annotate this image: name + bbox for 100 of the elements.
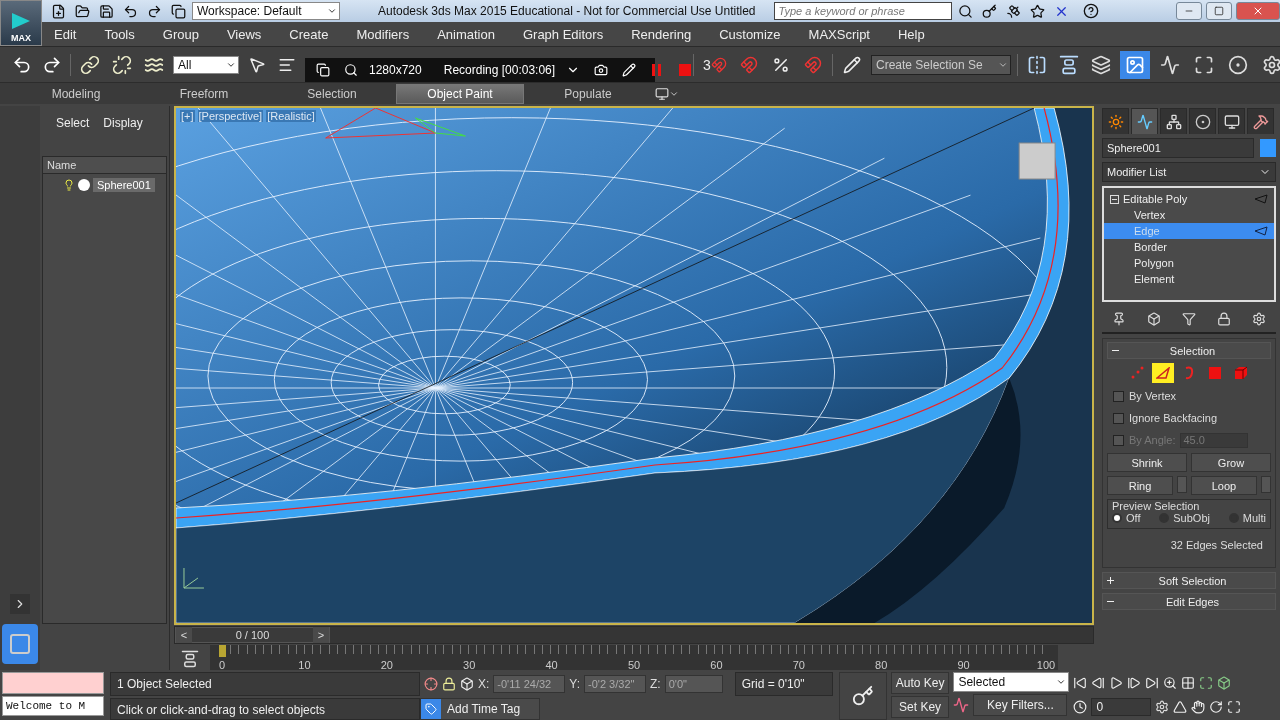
menu-item[interactable]: MAXScript — [780, 26, 870, 42]
ribbon-tab[interactable]: Object Paint — [396, 83, 524, 104]
previous-frame-button[interactable]: < — [176, 627, 192, 643]
menu-item[interactable]: Graph Editors — [494, 26, 604, 42]
link-icon — [80, 54, 100, 75]
search-field[interactable]: Type a keyword or phrase — [773, 2, 952, 20]
panel-tab[interactable] — [1247, 108, 1274, 134]
frame-marker[interactable] — [219, 645, 226, 657]
next-frame-button[interactable]: > — [313, 627, 329, 643]
play-button[interactable] — [10, 594, 30, 614]
minimize-button[interactable] — [1176, 2, 1202, 20]
panel-tab[interactable] — [1160, 108, 1187, 134]
rollout-header[interactable]: Soft Selection — [1102, 572, 1276, 589]
time-slider-track[interactable]: < 0 / 100 > — [174, 626, 1094, 644]
selection-filter-dropdown[interactable]: All — [173, 55, 239, 74]
menu-item[interactable]: Animation — [409, 26, 495, 42]
key-icon — [982, 3, 997, 19]
track-bar[interactable]: 0 10 20 30 40 50 60 70 80 90 100 — [210, 645, 1058, 672]
tick-label: 70 — [792, 659, 805, 671]
settings-icon — [1262, 54, 1280, 75]
subobject-mode-button[interactable] — [1152, 363, 1174, 383]
triangle-icon — [1254, 194, 1268, 204]
tick-label: 40 — [545, 659, 558, 671]
menu-item[interactable]: Group — [134, 26, 199, 42]
settings-icon — [1251, 312, 1266, 326]
column-header[interactable]: Name — [42, 156, 167, 174]
stack-item[interactable]: Border — [1104, 239, 1274, 255]
search-icon — [344, 63, 358, 77]
radio-option[interactable]: Off — [1112, 512, 1141, 524]
ribbon-tab[interactable]: Modeling — [12, 83, 140, 104]
checkbox[interactable] — [1113, 412, 1124, 424]
viewport-drawing[interactable] — [176, 108, 1092, 623]
add-time-tag-button[interactable]: Add Time Tag — [420, 698, 540, 720]
menu-item[interactable]: Rendering — [603, 26, 692, 42]
panel-tab[interactable] — [1102, 108, 1129, 134]
application-button[interactable]: MAX — [0, 0, 42, 46]
pin-icon — [1112, 312, 1127, 326]
key-mode-dropdown[interactable]: Selected — [953, 672, 1070, 692]
stack-item[interactable]: Element — [1104, 271, 1274, 287]
frame-counter: 0 / 100 — [234, 629, 271, 641]
redo-icon — [42, 54, 62, 75]
preview-selection-group: Preview Selection Off SubObj Multi — [1107, 499, 1271, 529]
ribbon-tab[interactable]: Freeform — [140, 83, 268, 104]
option-checkbox[interactable]: Ignore Backfacing — [1107, 409, 1271, 427]
explorer-tab[interactable]: Display — [103, 114, 143, 132]
workspace-dropdown[interactable]: Workspace: Default — [192, 2, 340, 20]
collapse-icon[interactable] — [1110, 194, 1119, 204]
key-filters-button[interactable]: Key Filters... — [973, 694, 1068, 716]
ribbon-tab[interactable]: Populate — [524, 83, 652, 104]
restore-button[interactable] — [1206, 2, 1232, 20]
viewport-label[interactable]: [Perspective] — [197, 110, 264, 122]
menu-item[interactable]: Modifiers — [328, 26, 410, 42]
stack-item[interactable]: Editable Poly — [1104, 191, 1274, 207]
ribbon-tab[interactable]: Selection — [268, 83, 396, 104]
stack-item[interactable]: Polygon — [1104, 255, 1274, 271]
zoom-icon — [1163, 676, 1178, 690]
panel-tab[interactable] — [1189, 108, 1216, 134]
selection-button[interactable]: Loop — [1191, 476, 1257, 495]
object-color-swatch[interactable] — [1260, 139, 1276, 157]
pan-icon — [1191, 700, 1206, 714]
menu-item[interactable]: Help — [870, 26, 925, 42]
menu-item[interactable]: Views — [198, 26, 262, 42]
menu-item[interactable]: Edit — [42, 26, 77, 42]
radio-button[interactable] — [1112, 513, 1122, 523]
radio-option[interactable]: Multi — [1228, 512, 1266, 524]
option-checkbox[interactable]: By Vertex — [1107, 387, 1271, 405]
checkbox[interactable] — [1113, 390, 1124, 402]
named-selection-dropdown[interactable]: Create Selection Se — [871, 54, 1011, 75]
viewport-label[interactable]: [+] — [180, 110, 195, 122]
stack-item[interactable]: Vertex — [1104, 207, 1274, 223]
time-slider[interactable]: < 0 / 100 > — [175, 627, 330, 643]
viewport-label[interactable]: [Realistic] — [266, 110, 316, 122]
object-name-field[interactable]: Sphere001 — [1102, 138, 1254, 158]
radio-option[interactable]: SubObj — [1159, 512, 1210, 524]
square-icon — [8, 632, 32, 656]
explorer-tab[interactable]: Select — [56, 114, 90, 132]
current-frame-field[interactable]: 0 — [1091, 698, 1152, 716]
script-input-field[interactable] — [2, 672, 104, 694]
scene-item[interactable]: Sphere001 — [93, 178, 155, 192]
selection-status-field: 1 Object Selected — [110, 672, 420, 696]
unlink-icon — [112, 54, 132, 75]
plus-icon — [1107, 577, 1114, 584]
auto-key-button[interactable]: Auto Key — [890, 672, 950, 694]
selection-button[interactable]: Ring — [1107, 476, 1173, 495]
snap-button[interactable]: 3 — [700, 51, 730, 78]
menu-item[interactable]: Create — [261, 26, 329, 42]
panel-tab[interactable] — [1218, 108, 1245, 134]
rollout-header[interactable]: Selection — [1107, 342, 1271, 359]
scene-explorer-button[interactable] — [1120, 50, 1150, 79]
tick-label: 90 — [957, 659, 970, 671]
set-key-button[interactable]: Set Key — [890, 696, 950, 718]
light-bulb-icon — [63, 179, 75, 191]
menu-item[interactable]: Tools — [76, 26, 135, 42]
layers-icon — [1091, 54, 1111, 75]
panel-tab[interactable] — [1131, 108, 1158, 134]
menu-item[interactable]: Customize — [691, 26, 781, 42]
selection-button[interactable]: Shrink — [1107, 453, 1187, 472]
modifier-list-dropdown[interactable]: Modifier List — [1102, 162, 1276, 182]
selection-button[interactable]: Grow — [1191, 453, 1271, 472]
rollout-header[interactable]: Edit Edges — [1102, 593, 1276, 610]
